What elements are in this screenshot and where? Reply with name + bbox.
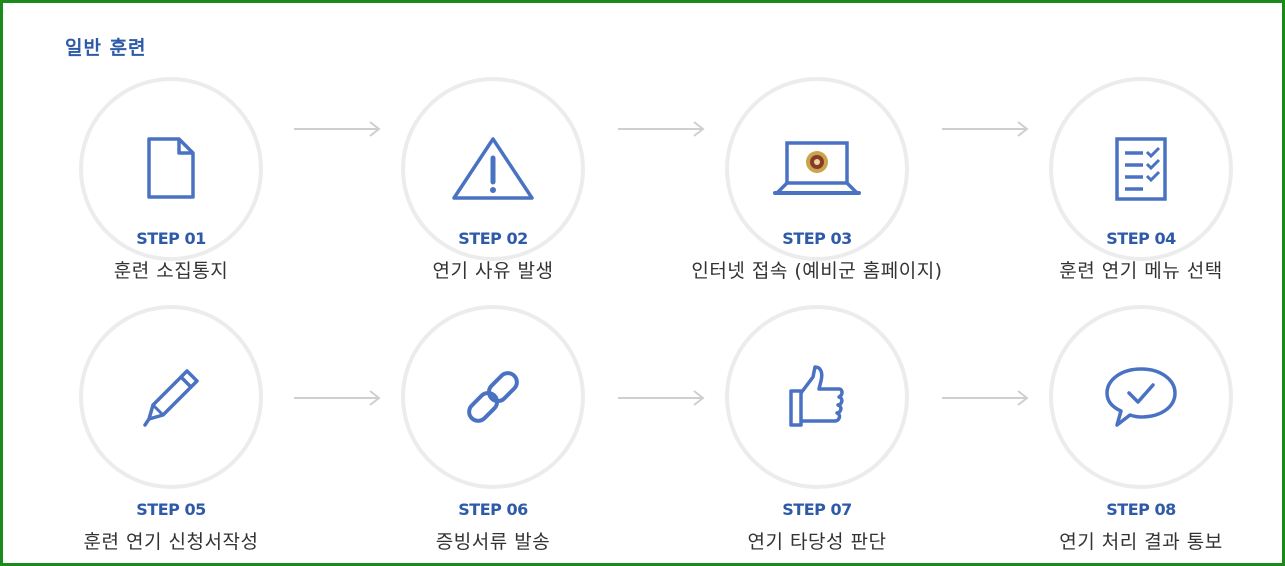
checklist-icon [1115,137,1167,201]
step-07-circle [725,305,909,489]
diagram-frame: 일반 훈련 STEP 01 훈련 소집통지 STEP 02 연기 사유 발생 S… [0,0,1285,566]
step-02-number: STEP 02 [458,229,528,248]
step-04-number: STEP 04 [1106,229,1176,248]
document-icon [147,137,195,199]
link-icon [467,371,519,423]
step-08-label: 연기 처리 결과 통보 [1059,531,1223,553]
step-06-number: STEP 06 [458,500,528,519]
step-05-circle [79,305,263,489]
step-01-label: 훈련 소집통지 [113,260,229,282]
chat-check-icon [1105,367,1177,427]
step-08-circle [1049,305,1233,489]
arrow-right-icon [294,121,381,137]
arrow-right-icon [942,121,1029,137]
step-02-label: 연기 사유 발생 [432,260,554,282]
step-01-number: STEP 01 [136,229,206,248]
thumbs-up-icon [789,365,844,427]
step-07-label: 연기 타당성 판단 [747,531,887,553]
step-05-number: STEP 05 [136,500,206,519]
section-title: 일반 훈련 [65,37,147,59]
pencil-icon [143,369,199,427]
step-03-label: 인터넷 접속 (예비군 홈페이지) [691,260,943,282]
arrow-right-icon [942,390,1029,406]
step-04-label: 훈련 연기 메뉴 선택 [1059,260,1223,282]
warning-icon [452,137,534,200]
arrow-right-icon [618,121,705,137]
step-03-number: STEP 03 [782,229,852,248]
step-06-circle [401,305,585,489]
step-06-label: 증빙서류 발송 [435,531,551,553]
step-07-number: STEP 07 [782,500,852,519]
arrow-right-icon [294,390,381,406]
step-08-number: STEP 08 [1106,500,1176,519]
step-05-label: 훈련 연기 신청서작성 [83,531,259,553]
laptop-icon [773,141,861,195]
arrow-right-icon [618,390,705,406]
